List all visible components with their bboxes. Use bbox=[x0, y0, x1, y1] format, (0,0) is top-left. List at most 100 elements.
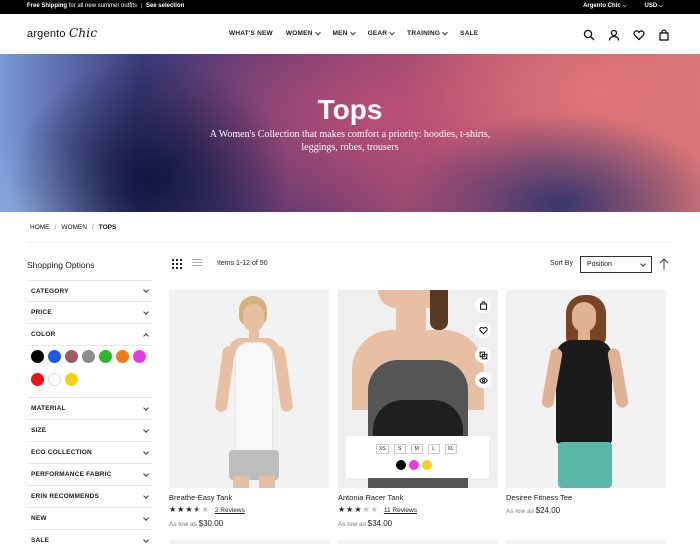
nav-item-women[interactable]: WOMEN bbox=[286, 29, 321, 37]
nav-item-label: SALE bbox=[460, 30, 479, 37]
product-name[interactable]: Desiree Fitness Tee bbox=[506, 493, 572, 502]
color-swatch[interactable] bbox=[48, 350, 61, 363]
sort-select-value: Position bbox=[587, 261, 612, 268]
add-to-compare-button[interactable] bbox=[475, 347, 491, 363]
color-swatches bbox=[27, 346, 152, 398]
product-image[interactable]: XS S M L XL bbox=[338, 290, 498, 488]
chevron-down-icon bbox=[143, 448, 149, 455]
size-option[interactable]: XL bbox=[444, 444, 457, 454]
sort-direction-arrow-icon[interactable] bbox=[659, 257, 669, 271]
currency-code: USD bbox=[644, 3, 658, 9]
color-swatch[interactable] bbox=[65, 350, 78, 363]
color-swatch[interactable] bbox=[31, 373, 44, 386]
color-option-swatch[interactable] bbox=[396, 460, 406, 470]
filter-label: SALE bbox=[31, 537, 50, 544]
promo-text: for all new summer outfits bbox=[68, 3, 138, 9]
price-prefix: As low as bbox=[169, 521, 197, 528]
sort-select[interactable]: Position bbox=[580, 256, 652, 273]
shopping-options-title: Shopping Options bbox=[27, 260, 95, 270]
nav-item-label: MEN bbox=[332, 30, 348, 37]
filter-label: MATERIAL bbox=[31, 405, 66, 412]
chevron-down-icon: ⌵ bbox=[659, 3, 663, 9]
wishlist-icon[interactable] bbox=[633, 28, 645, 41]
quick-view-button[interactable] bbox=[475, 372, 491, 388]
page-title: Tops bbox=[317, 94, 383, 125]
filter-label: COLOR bbox=[31, 331, 56, 338]
product-card[interactable]: XS S M L XL Antonia Racer Tank ★ ★ ★ ★ ★ 11 … bbox=[338, 290, 498, 528]
sort-by-label: Sort By bbox=[550, 260, 573, 267]
color-swatch[interactable] bbox=[99, 350, 112, 363]
product-name[interactable]: Antonia Racer Tank bbox=[338, 493, 403, 502]
filter-price[interactable]: PRICE bbox=[27, 302, 152, 324]
rating-stars: ★ ★ ★ ★ ★ bbox=[169, 506, 209, 514]
nav-item-what-s-new[interactable]: WHAT'S NEW bbox=[229, 30, 273, 37]
color-swatch[interactable] bbox=[116, 350, 129, 363]
logo[interactable]: argento Chic bbox=[27, 26, 97, 40]
cart-icon[interactable] bbox=[658, 28, 670, 41]
compare-icon bbox=[479, 351, 487, 359]
product-card[interactable]: Desiree Fitness Tee As low as $24.00 bbox=[506, 290, 666, 515]
star-half-icon: ★ bbox=[193, 505, 201, 514]
product-price: As low as $34.00 bbox=[338, 519, 392, 528]
filter-size[interactable]: SIZE bbox=[27, 420, 152, 442]
chevron-down-icon bbox=[143, 536, 149, 543]
color-swatch[interactable] bbox=[31, 350, 44, 363]
filter-erin-recommends[interactable]: ERIN RECOMMENDS bbox=[27, 486, 152, 508]
logo-script: Chic bbox=[68, 26, 98, 40]
chevron-down-icon bbox=[640, 261, 646, 267]
see-selection-link[interactable]: See selection bbox=[146, 3, 184, 9]
product-price: As low as $24.00 bbox=[506, 506, 560, 515]
size-option[interactable]: M bbox=[410, 444, 423, 454]
currency-switcher[interactable]: USD ⌵ bbox=[645, 3, 663, 9]
grid-view-icon[interactable] bbox=[172, 259, 182, 269]
reviews-link[interactable]: 2 Reviews bbox=[215, 507, 245, 514]
product-image[interactable] bbox=[169, 290, 329, 488]
product-card[interactable]: Breathe-Easy Tank ★ ★ ★ ★ ★ 2 Reviews As… bbox=[169, 290, 329, 528]
breadcrumb-women[interactable]: WOMEN bbox=[61, 224, 87, 231]
breadcrumb-home[interactable]: HOME bbox=[30, 224, 50, 231]
product-card-next-row bbox=[338, 540, 498, 544]
rating-stars: ★ ★ ★ ★ ★ bbox=[338, 506, 378, 514]
star-icon: ★ bbox=[362, 505, 370, 514]
logo-wordmark: argento bbox=[27, 28, 66, 40]
filter-eco-collection[interactable]: ECO COLLECTION bbox=[27, 442, 152, 464]
product-rating: ★ ★ ★ ★ ★ 11 Reviews bbox=[338, 506, 417, 514]
color-swatch[interactable] bbox=[48, 373, 61, 386]
filter-label: PERFORMANCE FABRIC bbox=[31, 471, 112, 478]
store-switcher[interactable]: Argento Chic ⌵ bbox=[583, 3, 626, 9]
site-header: argento Chic WHAT'S NEW WOMEN MEN GEAR TRAIN… bbox=[0, 14, 700, 54]
nav-item-men[interactable]: MEN bbox=[332, 29, 356, 37]
product-name[interactable]: Breathe-Easy Tank bbox=[169, 493, 232, 502]
nav-item-gear[interactable]: GEAR bbox=[368, 29, 395, 37]
filter-category[interactable]: CATEGORY bbox=[27, 280, 152, 302]
color-option-swatch[interactable] bbox=[409, 460, 419, 470]
filter-performance-fabric[interactable]: PERFORMANCE FABRIC bbox=[27, 464, 152, 486]
color-swatch[interactable] bbox=[133, 350, 146, 363]
reviews-link[interactable]: 11 Reviews bbox=[384, 507, 417, 514]
size-option[interactable]: XS bbox=[376, 444, 389, 454]
filter-material[interactable]: MATERIAL bbox=[27, 398, 152, 420]
list-view-icon[interactable] bbox=[192, 259, 202, 269]
product-card-next-row bbox=[506, 540, 666, 544]
nav-item-sale[interactable]: SALE bbox=[460, 30, 478, 37]
add-to-cart-button[interactable] bbox=[475, 297, 491, 313]
color-swatch[interactable] bbox=[65, 373, 78, 386]
add-to-wishlist-button[interactable] bbox=[475, 322, 491, 338]
nav-item-training[interactable]: TRAINING bbox=[407, 29, 449, 37]
filter-sale[interactable]: SALE bbox=[27, 530, 152, 544]
size-option[interactable]: S bbox=[393, 444, 406, 454]
color-option-swatch[interactable] bbox=[422, 460, 432, 470]
chevron-down-icon bbox=[143, 470, 149, 477]
size-option[interactable]: L bbox=[427, 444, 440, 454]
breadcrumb-current: TOPS bbox=[98, 224, 117, 231]
search-icon[interactable] bbox=[583, 28, 595, 41]
account-icon[interactable] bbox=[608, 28, 620, 41]
promo-bold: Free Shipping bbox=[27, 3, 68, 9]
filter-new[interactable]: NEW bbox=[27, 508, 152, 530]
color-swatch[interactable] bbox=[82, 350, 95, 363]
chevron-down-icon bbox=[442, 29, 449, 35]
product-card-next-row bbox=[169, 540, 329, 544]
chevron-down-icon bbox=[143, 404, 149, 411]
filter-color[interactable]: COLOR bbox=[27, 324, 152, 346]
product-image[interactable] bbox=[506, 290, 666, 488]
